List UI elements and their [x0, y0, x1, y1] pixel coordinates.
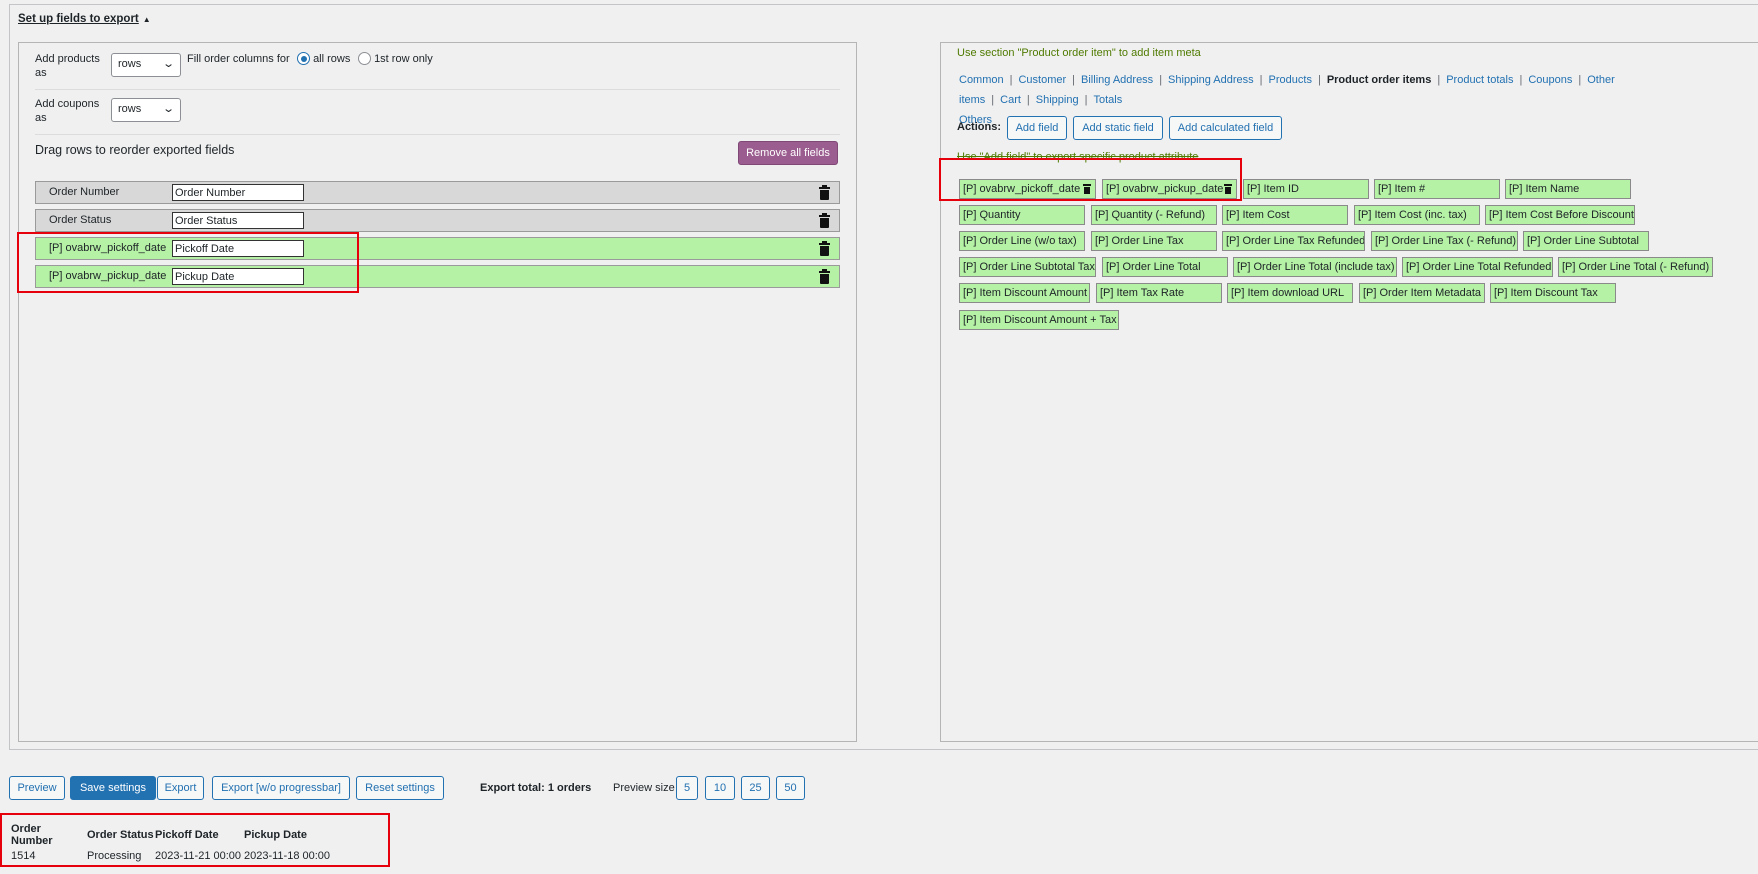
preview-size-label: Preview size	[613, 782, 675, 794]
field-chip[interactable]: [P] Order Line Total	[1102, 257, 1228, 277]
field-row-title-input[interactable]: Order Status	[172, 212, 304, 229]
preview-size-10-button[interactable]: 10	[705, 776, 735, 800]
chevron-down-icon: ⌄	[161, 103, 175, 115]
add-calculated-field-button[interactable]: Add calculated field	[1169, 116, 1282, 140]
add-coupons-value: rows	[118, 103, 142, 115]
radio-all-rows-label: all rows	[313, 53, 351, 65]
field-chip[interactable]: [P] Item Cost	[1222, 205, 1348, 225]
tab-shipping[interactable]: Shipping	[1036, 94, 1079, 106]
trash-icon[interactable]	[819, 213, 830, 228]
reset-settings-button[interactable]: Reset settings	[356, 776, 444, 800]
radio-all-rows-option[interactable]: all rows	[297, 52, 350, 66]
save-settings-button[interactable]: Save settings	[70, 776, 156, 800]
field-chip[interactable]: [P] Item Tax Rate	[1096, 283, 1222, 303]
field-chip[interactable]: [P] Item #	[1374, 179, 1500, 199]
radio-first-row-option[interactable]: 1st row only	[358, 52, 433, 66]
actions-label: Actions:	[957, 121, 1001, 133]
field-chip[interactable]: [P] Item Discount Tax	[1490, 283, 1616, 303]
field-chip[interactable]: [P] Order Line Total Refunded	[1402, 257, 1553, 277]
field-chip[interactable]: [P] Order Line Subtotal Tax	[959, 257, 1096, 277]
radio-first-row-label: 1st row only	[374, 53, 433, 65]
field-chip[interactable]: [P] Item Cost (inc. tax)	[1354, 205, 1480, 225]
preview-size-25-button[interactable]: 25	[741, 776, 770, 800]
add-products-label: Add products as	[35, 53, 100, 79]
radio-first-row[interactable]	[358, 52, 371, 65]
setup-fields-toggle[interactable]: Set up fields to export ▲	[18, 13, 151, 25]
field-chip[interactable]: [P] Order Line Tax	[1091, 231, 1217, 251]
field-chip[interactable]: [P] Order Line Tax (- Refund)	[1371, 231, 1518, 251]
caret-up-icon: ▲	[142, 15, 151, 24]
available-fields-panel	[940, 42, 1758, 742]
field-chip[interactable]: [P] Item Cost Before Discount	[1485, 205, 1635, 225]
tab-common[interactable]: Common	[959, 74, 1004, 86]
field-chip[interactable]: [P] Item Discount Amount	[959, 283, 1090, 303]
tab-customer[interactable]: Customer	[1018, 74, 1066, 86]
highlight-box	[17, 232, 359, 293]
field-row[interactable]: Order Number Order Number	[35, 181, 840, 204]
tab-cart[interactable]: Cart	[1000, 94, 1021, 106]
tab-shipping-address[interactable]: Shipping Address	[1168, 74, 1254, 86]
add-static-field-button[interactable]: Add static field	[1073, 116, 1163, 140]
setup-fields-title: Set up fields to export	[18, 13, 139, 25]
highlight-box	[939, 158, 1242, 201]
field-chip[interactable]: [P] Order Item Metadata	[1359, 283, 1485, 303]
field-chip[interactable]: [P] Item ID	[1243, 179, 1369, 199]
field-row-key: Order Status	[49, 214, 112, 226]
field-chip[interactable]: [P] Quantity	[959, 205, 1085, 225]
field-chip[interactable]: [P] Order Line (w/o tax)	[959, 231, 1085, 251]
trash-icon[interactable]	[819, 185, 830, 200]
preview-size-50-button[interactable]: 50	[776, 776, 805, 800]
tab-product-totals[interactable]: Product totals	[1446, 74, 1513, 86]
divider	[35, 134, 840, 135]
drag-rows-label: Drag rows to reorder exported fields	[35, 143, 235, 157]
tab-coupons[interactable]: Coupons	[1528, 74, 1572, 86]
divider	[35, 89, 840, 90]
tab-products[interactable]: Products	[1269, 74, 1312, 86]
export-no-progressbar-button[interactable]: Export [w/o progressbar]	[212, 776, 350, 800]
field-row[interactable]: Order Status Order Status	[35, 209, 840, 232]
highlight-box	[0, 813, 390, 867]
trash-icon[interactable]	[819, 269, 830, 284]
field-chip[interactable]: [P] Item download URL	[1227, 283, 1353, 303]
tab-product-order-items[interactable]: Product order items	[1327, 74, 1432, 86]
fill-order-columns-label: Fill order columns for	[187, 53, 290, 65]
tab-billing-address[interactable]: Billing Address	[1081, 74, 1153, 86]
preview-size-5-button[interactable]: 5	[676, 776, 698, 800]
chevron-down-icon: ⌄	[161, 58, 175, 70]
field-chip[interactable]: [P] Quantity (- Refund)	[1091, 205, 1217, 225]
field-row-key: Order Number	[49, 186, 120, 198]
field-chip[interactable]: [P] Item Name	[1505, 179, 1631, 199]
remove-all-fields-button[interactable]: Remove all fields	[738, 141, 838, 165]
field-chip[interactable]: [P] Order Line Total (- Refund)	[1558, 257, 1713, 277]
radio-all-rows[interactable]	[297, 52, 310, 65]
add-products-value: rows	[118, 58, 142, 70]
export-total: Export total: 1 orders	[480, 782, 592, 794]
add-coupons-select[interactable]: rows ⌄	[111, 98, 181, 122]
add-products-select[interactable]: rows ⌄	[111, 53, 181, 77]
preview-button[interactable]: Preview	[9, 776, 65, 800]
add-coupons-label: Add coupons as	[35, 98, 100, 124]
product-order-item-hint: Use section "Product order item" to add …	[957, 47, 1201, 59]
field-chip[interactable]: [P] Order Line Tax Refunded	[1222, 231, 1365, 251]
field-chip[interactable]: [P] Order Line Subtotal	[1523, 231, 1649, 251]
field-chip[interactable]: [P] Item Discount Amount + Tax	[959, 310, 1119, 330]
tab-totals[interactable]: Totals	[1093, 94, 1122, 106]
export-button[interactable]: Export	[157, 776, 204, 800]
add-field-button[interactable]: Add field	[1007, 116, 1067, 140]
trash-icon[interactable]	[819, 241, 830, 256]
field-row-title-input[interactable]: Order Number	[172, 184, 304, 201]
field-chip[interactable]: [P] Order Line Total (include tax)	[1233, 257, 1397, 277]
